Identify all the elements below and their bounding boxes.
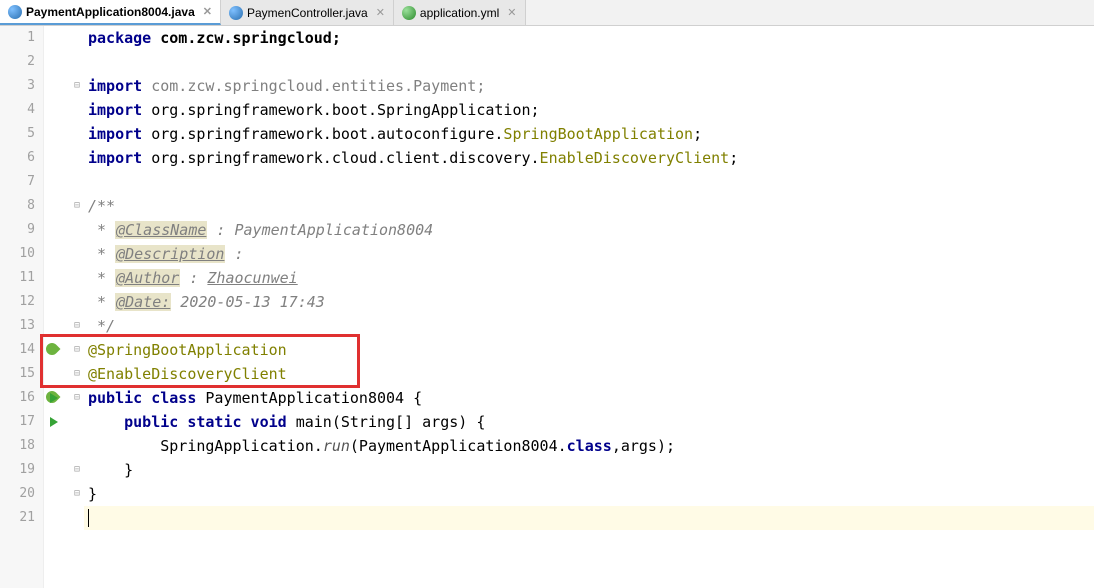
code-line[interactable]: import com.zcw.springcloud.entities.Paym… [84,74,1094,98]
line-number: 5 [0,122,35,146]
gutter-marker-row: ⊟ [44,362,84,386]
line-number: 15 [0,362,35,386]
gutter-marker-row: ⊟ [44,458,84,482]
line-number: 11 [0,266,35,290]
gutter-marker-row: ⊟ [44,482,84,506]
code-line[interactable]: public class PaymentApplication8004 { [84,386,1094,410]
gutter-marker-row [44,26,84,50]
code-line[interactable]: @SpringBootApplication [84,338,1094,362]
fold-icon[interactable]: ⊟ [74,386,80,410]
tab-label: PaymentApplication8004.java [26,5,195,19]
line-number: 20 [0,482,35,506]
line-number: 1 [0,26,35,50]
code-area[interactable]: package com.zcw.springcloud; import com.z… [84,26,1094,588]
gutter-marker-row [44,218,84,242]
tab-paymencontroller-java[interactable]: PaymenController.java ✕ [221,0,394,25]
code-line[interactable]: } [84,458,1094,482]
fold-icon[interactable]: ⊟ [74,362,80,386]
fold-icon[interactable]: ⊟ [74,458,80,482]
java-class-icon [229,6,243,20]
line-number: 8 [0,194,35,218]
tab-bar: PaymentApplication8004.java✕PaymenContro… [0,0,1094,26]
line-number: 16 [0,386,35,410]
line-number: 7 [0,170,35,194]
java-class-icon [8,5,22,19]
gutter-marker-row [44,242,84,266]
close-icon[interactable]: ✕ [507,6,516,19]
editor-area: 123456789101112131415161718192021 ⊟⊟⊟⊟⊟⊟… [0,26,1094,588]
code-line[interactable]: public static void main(String[] args) { [84,410,1094,434]
tab-application-yml[interactable]: application.yml ✕ [394,0,526,25]
run-icon[interactable] [50,386,58,410]
spring-icon [46,338,58,362]
code-line[interactable]: package com.zcw.springcloud; [84,26,1094,50]
code-line[interactable]: * @Date: 2020-05-13 17:43 [84,290,1094,314]
gutter-marker-row [44,506,84,530]
line-number: 18 [0,434,35,458]
line-number: 13 [0,314,35,338]
fold-icon[interactable]: ⊟ [74,314,80,338]
code-line[interactable]: */ [84,314,1094,338]
run-icon[interactable] [50,410,58,434]
line-number: 2 [0,50,35,74]
close-icon[interactable]: ✕ [376,6,385,19]
line-number: 14 [0,338,35,362]
code-line[interactable]: * @ClassName : PaymentApplication8004 [84,218,1094,242]
tab-paymentapplication8004-java[interactable]: PaymentApplication8004.java ✕ [0,0,221,25]
code-line[interactable] [84,170,1094,194]
code-line[interactable]: SpringApplication.run(PaymentApplication… [84,434,1094,458]
line-number: 17 [0,410,35,434]
fold-icon[interactable]: ⊟ [74,194,80,218]
line-number: 12 [0,290,35,314]
gutter-marker-row: ⊟ [44,194,84,218]
gutter-marker-row [44,266,84,290]
gutter-marker-row: ⊟ [44,386,84,410]
tab-label: application.yml [420,6,499,20]
line-number: 10 [0,242,35,266]
line-number: 19 [0,458,35,482]
line-number-gutter: 123456789101112131415161718192021 [0,26,44,588]
line-number: 9 [0,218,35,242]
line-number: 21 [0,506,35,530]
gutter-marker-row [44,146,84,170]
gutter-marker-row [44,98,84,122]
fold-icon[interactable]: ⊟ [74,338,80,362]
yml-file-icon [402,6,416,20]
code-line[interactable]: } [84,482,1094,506]
line-number: 6 [0,146,35,170]
gutter-marker-row: ⊟ [44,338,84,362]
line-number: 4 [0,98,35,122]
gutter-marker-row [44,410,84,434]
gutter-marker-row: ⊟ [44,74,84,98]
gutter-marker-row [44,170,84,194]
gutter-marker-row [44,50,84,74]
code-line[interactable] [84,50,1094,74]
code-line[interactable]: /** [84,194,1094,218]
tab-label: PaymenController.java [247,6,368,20]
fold-icon[interactable]: ⊟ [74,74,80,98]
gutter-marker-row: ⊟ [44,314,84,338]
code-line[interactable]: @EnableDiscoveryClient [84,362,1094,386]
gutter-marker-row [44,290,84,314]
close-icon[interactable]: ✕ [203,5,212,18]
line-number: 3 [0,74,35,98]
code-line[interactable]: import org.springframework.boot.autoconf… [84,122,1094,146]
code-line[interactable] [84,506,1094,530]
code-line[interactable]: * @Author : Zhaocunwei [84,266,1094,290]
code-line[interactable]: import org.springframework.boot.SpringAp… [84,98,1094,122]
marker-column: ⊟⊟⊟⊟⊟⊟⊟⊟ [44,26,84,588]
gutter-marker-row [44,122,84,146]
gutter-marker-row [44,434,84,458]
code-line[interactable]: import org.springframework.cloud.client.… [84,146,1094,170]
code-line[interactable]: * @Description : [84,242,1094,266]
fold-icon[interactable]: ⊟ [74,482,80,506]
